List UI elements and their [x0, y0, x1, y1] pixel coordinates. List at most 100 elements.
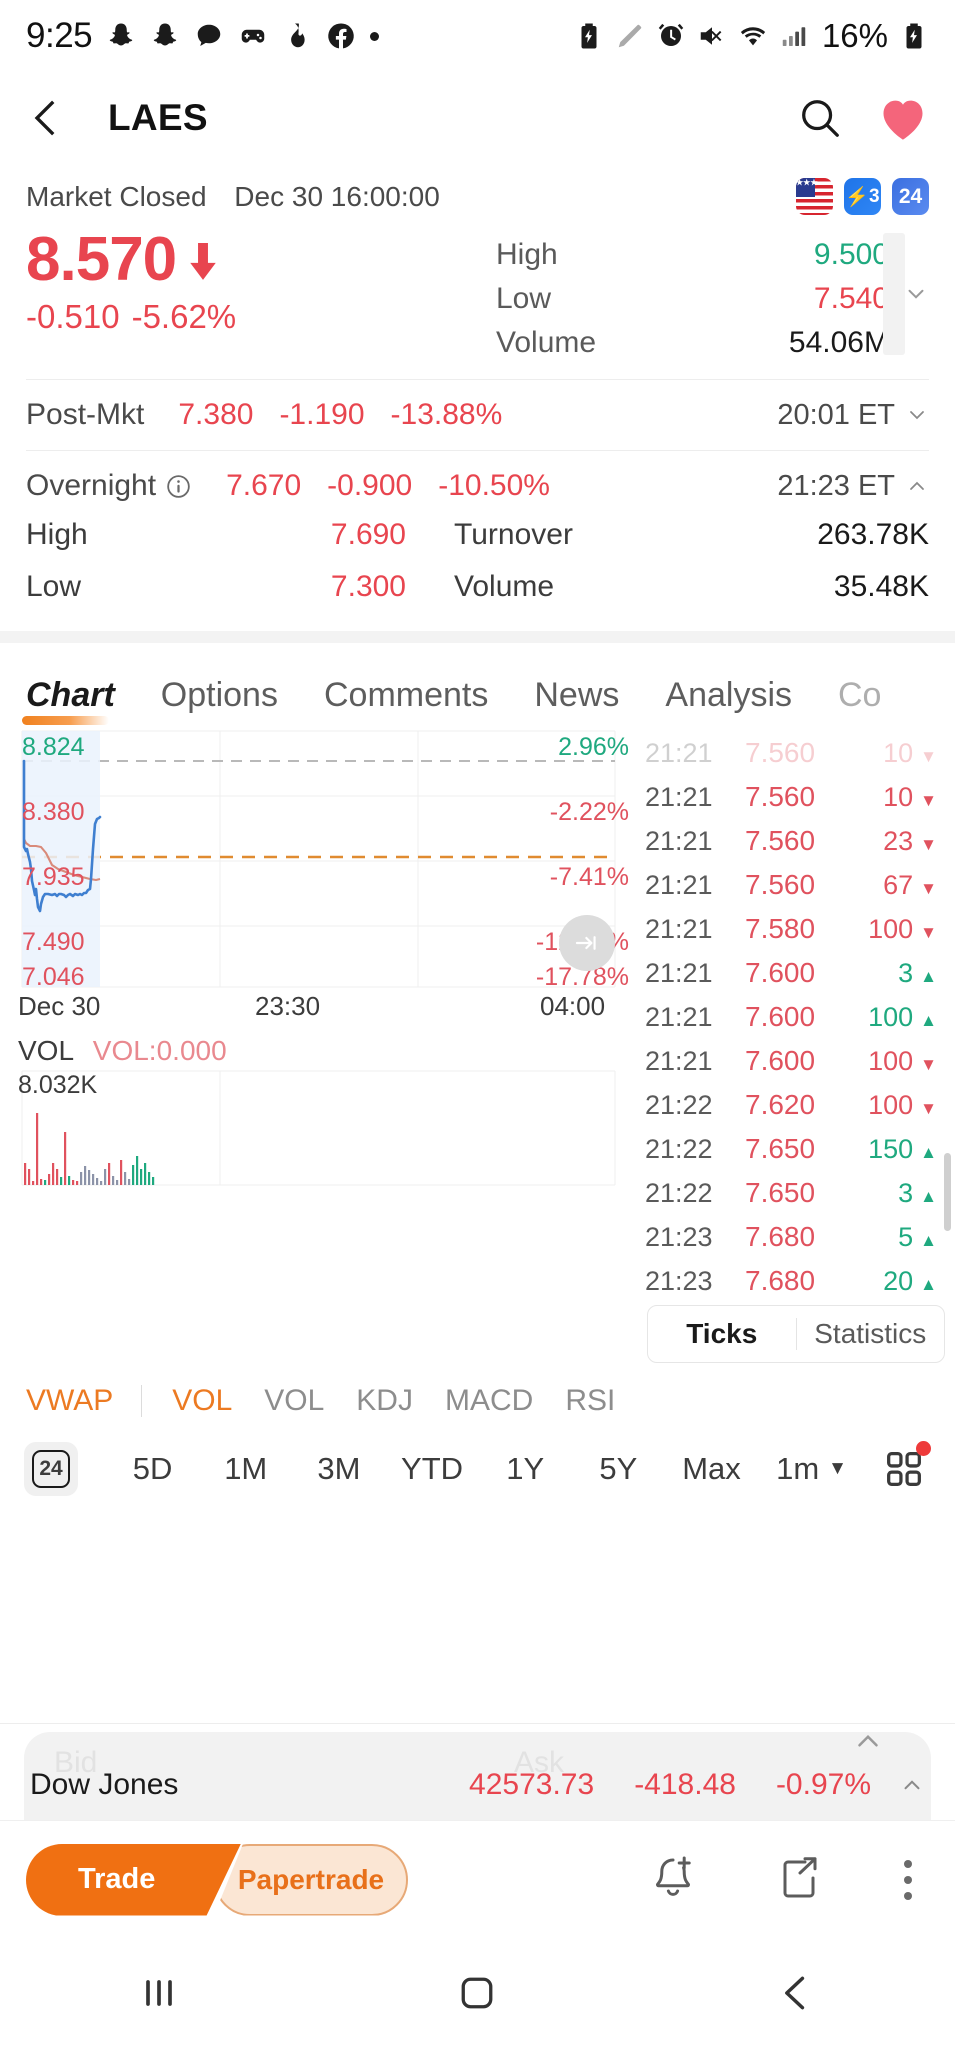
volume-chart[interactable]: 8.032K: [0, 1069, 637, 1187]
tick-size: 100 ▼: [868, 1089, 937, 1120]
notification-dot: [915, 1441, 931, 1456]
table-row: 21:21 7.600 3 ▲: [637, 951, 955, 995]
indicator-rsi[interactable]: RSI: [565, 1384, 615, 1418]
chevron-up-icon[interactable]: [851, 1724, 885, 1758]
overnight-turnover-label: Turnover: [454, 518, 573, 551]
ticks-panel: 21:21 7.560 10 ▼ 21:21 7.560 10 ▼ 21:21 7.…: [637, 729, 955, 1363]
overnight-low-label: Low: [26, 570, 82, 603]
tick-time: 21:21: [645, 869, 713, 900]
goto-latest-icon[interactable]: [559, 915, 615, 971]
x-tick-2: 04:00: [540, 991, 606, 1021]
index-row[interactable]: Dow Jones 42573.73 -418.48 -0.97%: [0, 1754, 955, 1816]
chevron-up-icon[interactable]: [905, 474, 929, 498]
stats-scrollbar[interactable]: [883, 233, 905, 355]
tick-price: 7.650: [745, 1133, 816, 1164]
tab-options[interactable]: Options: [161, 676, 278, 729]
volume-value: VOL:0.000: [92, 1035, 227, 1066]
mute-icon: [700, 27, 722, 45]
grid-layout-icon[interactable]: [881, 1441, 931, 1492]
chevron-down-icon[interactable]: [905, 403, 929, 427]
lightning-3-badge[interactable]: ⚡ 3: [844, 178, 881, 215]
trade-button[interactable]: Trade: [26, 1843, 241, 1916]
ticks-toggle-ticks[interactable]: Ticks: [648, 1318, 796, 1350]
search-icon[interactable]: [797, 95, 843, 141]
range-24h-chip[interactable]: 24: [24, 1442, 78, 1496]
range-5y[interactable]: 5Y: [572, 1451, 665, 1487]
overnight-volume-label: Volume: [454, 570, 555, 603]
tick-time: 21:21: [645, 781, 713, 812]
heart-icon[interactable]: [877, 94, 929, 142]
range-1y[interactable]: 1Y: [479, 1451, 572, 1487]
tick-price: 7.560: [745, 825, 816, 856]
ticks-scrollbar[interactable]: [944, 1153, 951, 1231]
percent-axis-label-0: 2.96%: [558, 733, 629, 761]
tick-time: 21:23: [645, 1265, 713, 1296]
price-chart[interactable]: 8.824 8.380 7.935 7.490 7.046 2.96% -2.2…: [0, 729, 637, 991]
quote-primary: 8.570 -0.510 -5.62%: [26, 225, 496, 365]
interval-selector[interactable]: 1m ▼: [776, 1451, 847, 1487]
last-price: 8.570: [26, 225, 177, 294]
us-flag-badge[interactable]: ★★★: [796, 178, 833, 215]
share-icon[interactable]: [775, 1854, 823, 1906]
range-3m[interactable]: 3M: [292, 1451, 385, 1487]
trade-toggle: Papertrade Trade: [26, 1843, 408, 1916]
tick-size: 10 ▼: [883, 781, 937, 812]
tick-price: 7.560: [745, 781, 816, 812]
tab-analysis[interactable]: Analysis: [665, 676, 792, 729]
table-row: 21:23 7.680 5 ▲: [637, 1215, 955, 1259]
tab-company[interactable]: Co: [838, 676, 881, 729]
tick-time: 21:22: [645, 1177, 713, 1208]
range-5d[interactable]: 5D: [106, 1451, 199, 1487]
papertrade-button[interactable]: Papertrade: [214, 1843, 408, 1916]
overnight-label: Overnight: [26, 469, 157, 502]
indicator-vol-active[interactable]: VOL: [172, 1384, 232, 1418]
chevron-left-icon[interactable]: [26, 96, 70, 140]
tick-price: 7.560: [745, 737, 816, 768]
range-24h-label: 24: [32, 1450, 70, 1488]
chevron-down-icon[interactable]: [903, 281, 929, 307]
more-vertical-icon[interactable]: [901, 1859, 915, 1900]
tick-size: 20 ▲: [883, 1265, 937, 1296]
indicator-kdj[interactable]: KDJ: [356, 1384, 413, 1418]
indicator-macd[interactable]: MACD: [445, 1384, 533, 1418]
range-ytd[interactable]: YTD: [385, 1451, 478, 1487]
interval-label: 1m: [776, 1451, 820, 1486]
post-market-label: Post-Mkt: [26, 398, 145, 431]
tab-comments[interactable]: Comments: [324, 676, 488, 729]
percent-axis-label-2: -7.41%: [549, 863, 629, 891]
recents-icon[interactable]: [137, 1971, 181, 2015]
table-row: 21:21 7.600 100 ▼: [637, 1039, 955, 1083]
indicator-vwap[interactable]: VWAP: [26, 1384, 113, 1418]
tab-chart[interactable]: Chart: [22, 676, 115, 729]
tick-price: 7.580: [745, 913, 816, 944]
y-axis-label-4: 7.046: [22, 963, 85, 991]
tab-news[interactable]: News: [534, 676, 619, 729]
quote-price-row: 8.570: [26, 225, 496, 294]
bell-plus-icon[interactable]: [649, 1854, 697, 1906]
ticks-list[interactable]: 21:21 7.560 10 ▼ 21:21 7.560 10 ▼ 21:21 7.…: [637, 729, 955, 1299]
ticks-toggle-statistics[interactable]: Statistics: [797, 1318, 945, 1350]
overnight-row[interactable]: Overnight 7.670 -0.900 -10.50% 21:23 ET: [0, 451, 955, 509]
index-ticker-bar[interactable]: Bid Ask Dow Jones 42573.73 -418.48 -0.97…: [0, 1724, 955, 1820]
range-max[interactable]: Max: [665, 1451, 758, 1487]
indicator-vol[interactable]: VOL: [264, 1384, 324, 1418]
volume-header: VOL VOL:0.000: [0, 1029, 637, 1069]
x-tick-0: Dec 30: [18, 991, 101, 1021]
index-name: Dow Jones: [30, 1768, 179, 1801]
quote-stats[interactable]: High 9.500 Low 7.540 Volume 54.06M: [496, 225, 929, 365]
post-market-row[interactable]: Post-Mkt 7.380 -1.190 -13.88% 20:01 ET: [0, 380, 955, 450]
chevron-up-icon[interactable]: [899, 1772, 925, 1798]
table-row: 21:22 7.650 3 ▲: [637, 1171, 955, 1215]
24-badge[interactable]: 24: [892, 178, 929, 215]
y-axis-label-3: 7.490: [22, 928, 85, 956]
table-row: 21:21 7.560 23 ▼: [637, 819, 955, 863]
range-1m[interactable]: 1M: [199, 1451, 292, 1487]
nav-back-icon[interactable]: [774, 1971, 818, 2015]
content-gap: [0, 1503, 955, 1723]
info-icon[interactable]: [165, 473, 192, 500]
trade-action-bar: Papertrade Trade: [0, 1820, 955, 1938]
tab-active-underline: [22, 716, 109, 725]
home-icon[interactable]: [455, 1971, 499, 2015]
section-separator: [0, 631, 955, 643]
tick-size: 3 ▲: [898, 1177, 937, 1208]
